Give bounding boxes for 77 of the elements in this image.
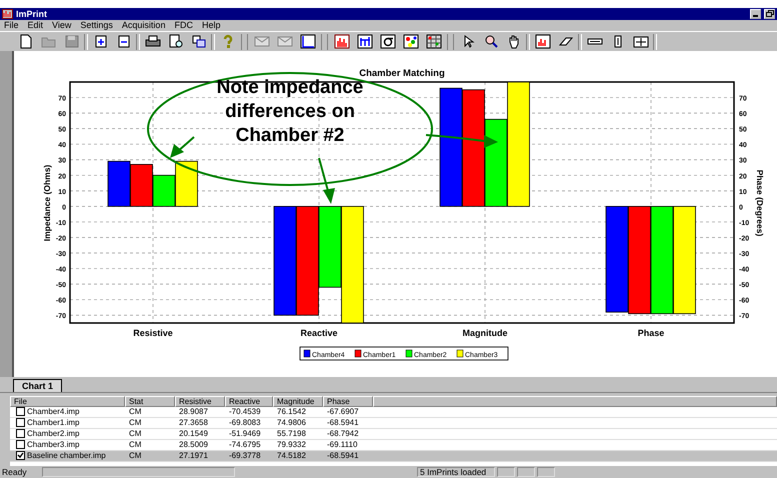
status-panel (497, 467, 515, 478)
table-cell-text: 55.7198 (276, 428, 307, 439)
status-panel (537, 467, 555, 478)
table-row[interactable]: Baseline chamber.imp CM 27.1971 -69.3778 74.5182 -68.5941 (10, 450, 777, 462)
table-row[interactable]: Chamber4.imp CM 28.9087 -70.4539 76.1542 -67.6907 (10, 406, 777, 418)
table-cell-text: -70.4539 (228, 406, 262, 417)
table-cell-text: CM (128, 440, 142, 450)
table-cell-text: -68.5941 (326, 450, 360, 461)
bar (108, 160, 130, 207)
table-cell: Chamber1.imp (27, 418, 80, 428)
table-cell: Chamber4.imp (27, 406, 80, 417)
window-title: ImPrint (16, 8, 48, 19)
menu-item[interactable]: Edit (28, 20, 44, 30)
bar (130, 164, 153, 207)
status-text: 5 ImPrints loaded (417, 467, 495, 478)
toolbar-separator (321, 34, 328, 50)
checkbox[interactable] (16, 451, 25, 460)
y-axis-title: Impedance (Ohms) (42, 164, 52, 242)
table-cell-text: CM (128, 406, 142, 417)
category-label: Magnitude (462, 328, 508, 338)
chart-title: Chamber Matching (359, 68, 445, 79)
menu-item[interactable]: Acquisition (122, 20, 166, 30)
table-cell-text: 74.9806 (276, 418, 307, 428)
category-label: Reactive (300, 328, 338, 338)
menu-item[interactable]: View (52, 20, 72, 30)
table-cell-text: 27.1971 (178, 450, 209, 461)
toolbar-separator (241, 34, 248, 50)
table-cell-text: CM (128, 450, 142, 461)
table-cell-text: 28.9087 (178, 406, 209, 417)
chart-tab[interactable]: Chart 1 (13, 378, 62, 392)
table-cell-text: 74.5182 (276, 450, 307, 461)
menu-item[interactable]: FDC (174, 20, 193, 30)
column-header[interactable]: File (10, 396, 125, 407)
table-cell-text: -51.9469 (228, 428, 262, 439)
checkbox[interactable] (16, 440, 25, 450)
column-header[interactable]: Stat (125, 396, 175, 407)
table-cell-text: -74.6795 (228, 440, 262, 450)
y-axis-title: Phase (Degrees) (755, 170, 765, 236)
checkbox[interactable] (16, 418, 25, 428)
arrow (170, 136, 195, 158)
restore-button[interactable] (764, 8, 775, 19)
table-cell-text: -69.3778 (228, 450, 262, 461)
table-row[interactable]: Chamber1.imp CM 27.3658 -69.8083 74.9806 -68.5941 (10, 418, 777, 429)
table-cell-text: 79.9332 (276, 440, 307, 450)
table-cell: Baseline chamber.imp (27, 450, 106, 461)
status-panel (517, 467, 535, 478)
table-cell-text: CM (128, 418, 142, 428)
column-header[interactable]: Magnitude (273, 396, 323, 407)
table-cell-text: -68.5941 (326, 418, 360, 428)
table-cell: Chamber3.imp (27, 440, 80, 450)
table-row[interactable]: Chamber2.imp CM 20.1549 -51.9469 55.7198 -68.7942 (10, 428, 777, 440)
checkbox[interactable] (16, 407, 25, 416)
table-cell-text: 20.1549 (178, 428, 209, 439)
column-header[interactable]: Reactive (225, 396, 273, 407)
table-cell: Chamber2.imp (27, 428, 80, 439)
menu-item[interactable]: Help (202, 20, 220, 30)
column-header[interactable]: Resistive (175, 396, 225, 407)
table-cell-text: -69.1110 (326, 440, 358, 450)
menu-item[interactable]: File (4, 20, 19, 30)
category-label: Resistive (133, 328, 173, 338)
menu-item[interactable]: Settings (80, 20, 113, 30)
status-text: Ready (1, 467, 28, 478)
restore-icon (766, 10, 774, 18)
column-header[interactable]: Phase (323, 396, 373, 407)
checkbox[interactable] (16, 429, 25, 438)
table-cell-text: -68.7942 (326, 428, 360, 439)
table-cell-text: -67.6907 (326, 406, 360, 417)
category-label: Phase (638, 328, 664, 338)
callout-text: Note impedance differences on Chamber #2 (216, 77, 364, 146)
table-cell-text: CM (128, 428, 142, 439)
table-cell-text: 27.3658 (178, 418, 209, 428)
table-cell-text: -69.8083 (228, 418, 262, 428)
table-cell-text: 76.1542 (276, 406, 307, 417)
arrow (318, 158, 335, 204)
toolbar-separator (447, 34, 454, 50)
table-cell-text: 28.5009 (178, 440, 209, 450)
minimize-button[interactable] (750, 8, 761, 19)
